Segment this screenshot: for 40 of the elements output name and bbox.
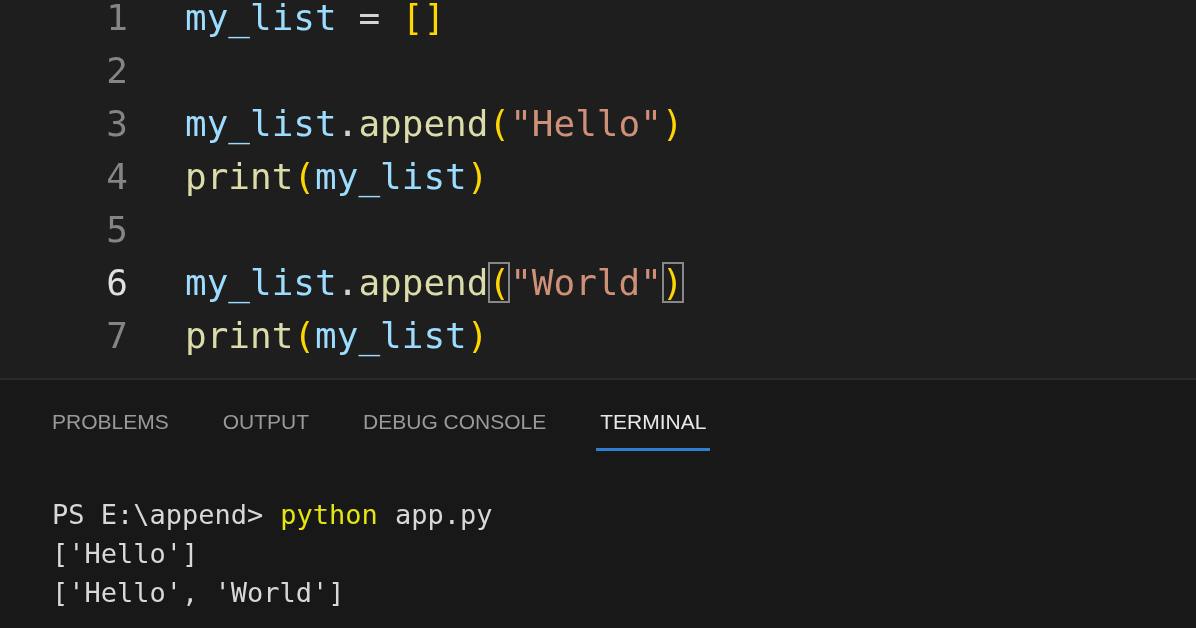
code-token: my_list bbox=[185, 262, 337, 303]
terminal-argument: app.py bbox=[394, 498, 493, 532]
code-token: my_list bbox=[185, 0, 337, 38]
code-token: ) bbox=[661, 262, 684, 303]
code-token: print bbox=[185, 156, 294, 197]
code-token: ) bbox=[466, 315, 489, 356]
code-token: ( bbox=[293, 315, 316, 356]
panel-tab[interactable]: OUTPUT bbox=[218, 406, 314, 451]
code-token: ) bbox=[661, 103, 684, 144]
code-token: ) bbox=[466, 156, 489, 197]
line-number: 2 bbox=[105, 50, 129, 91]
code-token: . bbox=[336, 262, 359, 303]
terminal-output: ['Hello'] bbox=[52, 537, 199, 571]
terminal-prompt: PS E:\append> bbox=[52, 498, 264, 532]
code-token: [] bbox=[401, 0, 446, 38]
code-token: my_list bbox=[315, 315, 467, 356]
line-number: 4 bbox=[105, 156, 129, 197]
panel-tab[interactable]: TERMINAL bbox=[596, 406, 711, 451]
line-number: 3 bbox=[105, 103, 129, 144]
code-token: my_list bbox=[185, 103, 337, 144]
code-token: ( bbox=[293, 156, 316, 197]
code-editor[interactable]: 1 my_list = [] 2 3 my_list.append("Hello") 4 print(my_list) 5 6 my_list.append("World") 7 print(my_list) bbox=[0, 0, 1196, 380]
code-token: append bbox=[358, 103, 489, 144]
code-token: "World" bbox=[510, 262, 662, 303]
code-token: = bbox=[357, 0, 382, 38]
terminal-command: python bbox=[280, 498, 378, 532]
code-token: append bbox=[358, 262, 489, 303]
terminal-output: ['Hello', 'World'] bbox=[52, 576, 345, 610]
line-number: 7 bbox=[105, 315, 129, 356]
line-number: 5 bbox=[105, 209, 129, 250]
code-token: ( bbox=[488, 262, 511, 303]
code-token: print bbox=[185, 315, 294, 356]
code-token: . bbox=[336, 103, 359, 144]
code-token: my_list bbox=[315, 156, 467, 197]
code-token: ( bbox=[488, 103, 511, 144]
code-token: "Hello" bbox=[510, 103, 662, 144]
panel-tab[interactable]: DEBUG CONSOLE bbox=[359, 406, 551, 451]
line-number: 6 bbox=[105, 262, 129, 303]
line-number: 1 bbox=[105, 0, 129, 38]
panel-tab[interactable]: PROBLEMS bbox=[48, 406, 173, 451]
